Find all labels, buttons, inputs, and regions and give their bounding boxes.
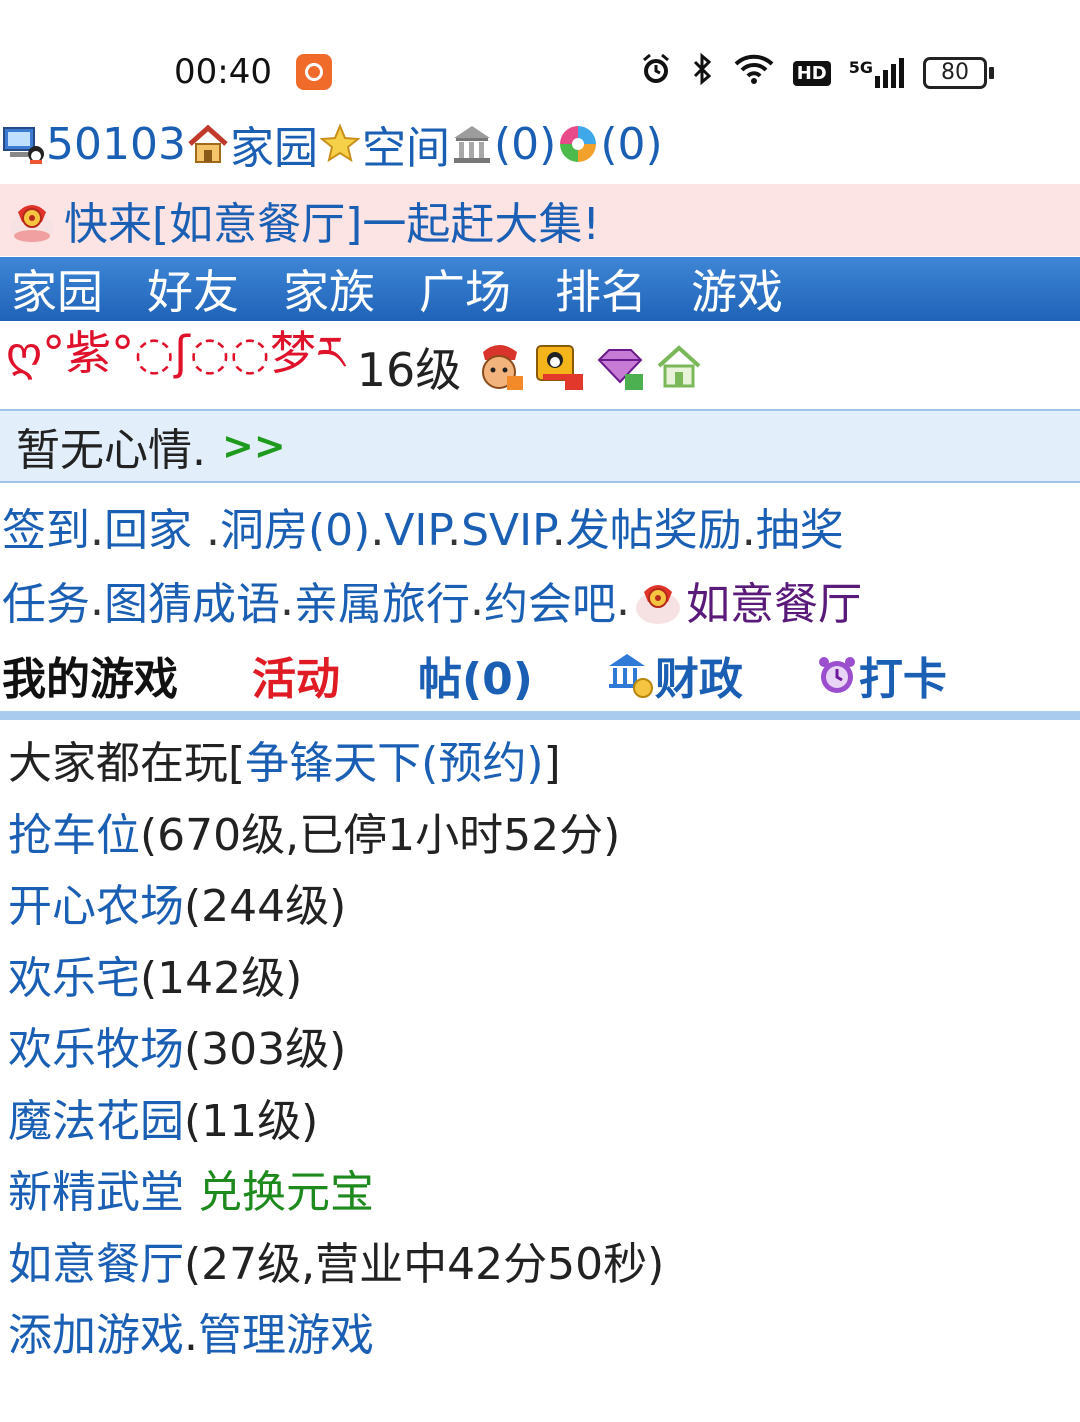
photo-link[interactable]: (0) bbox=[556, 119, 663, 170]
popular-games-row: 大家都在玩[争锋天下(预约)] bbox=[8, 738, 561, 789]
pinwheel-icon bbox=[560, 126, 597, 162]
link-post-reward[interactable]: 发帖奖励 bbox=[566, 505, 742, 556]
mood-more-link[interactable]: >> bbox=[222, 424, 286, 468]
hd-icon: HD bbox=[792, 60, 831, 86]
bank-coin-icon bbox=[608, 654, 653, 698]
user-id[interactable]: 50103 bbox=[46, 119, 186, 170]
header-bar: 50103 家园 空间 (0) (0) bbox=[2, 114, 663, 174]
game-link-xinjingwutang[interactable]: 新精武堂 bbox=[8, 1167, 184, 1218]
app-notification-icon bbox=[296, 54, 332, 90]
qq-computer-icon bbox=[3, 127, 44, 164]
game-item: 欢乐宅(142级) bbox=[8, 952, 303, 1004]
popular-game-link[interactable]: 争锋天下(预约) bbox=[245, 738, 543, 789]
game-item: 欢乐牧场(303级) bbox=[8, 1024, 347, 1075]
add-game-link[interactable]: 添加游戏 bbox=[8, 1310, 184, 1361]
mood-text: 暂无心情. bbox=[16, 425, 206, 476]
posts-link[interactable]: 帖(0) bbox=[418, 643, 533, 707]
link-lottery[interactable]: 抽奖 bbox=[756, 505, 844, 556]
game-item: 如意餐厅(27级,营业中42分50秒) bbox=[8, 1238, 665, 1290]
bank-count[interactable]: (0) bbox=[494, 119, 556, 170]
link-dating[interactable]: 约会吧 bbox=[484, 568, 616, 632]
photo-count[interactable]: (0) bbox=[600, 119, 662, 170]
bluetooth-icon bbox=[691, 52, 715, 94]
link-relative-travel[interactable]: 亲属旅行 bbox=[294, 568, 470, 632]
game-link-happy-ranch[interactable]: 欢乐牧场 bbox=[8, 1024, 184, 1075]
exchange-ingot-link[interactable]: 兑换元宝 bbox=[198, 1167, 374, 1218]
user-id-link[interactable]: 50103 bbox=[2, 119, 186, 170]
link-checkin[interactable]: 签到 bbox=[2, 505, 90, 556]
home-badge-icon bbox=[657, 345, 701, 388]
lucky-bag-icon bbox=[10, 205, 54, 244]
battery-icon: 80 bbox=[923, 57, 994, 89]
quick-links-row-1: 签到.回家 .洞房(0).VIP.SVIP.发帖奖励.抽奖 bbox=[2, 505, 844, 556]
alarm-clock-icon bbox=[818, 657, 855, 693]
link-picture-idiom[interactable]: 图猜成语 bbox=[104, 568, 280, 632]
manage-game-link[interactable]: 管理游戏 bbox=[198, 1310, 374, 1361]
game-link-ruyi-restaurant[interactable]: 如意餐厅 bbox=[8, 1239, 184, 1290]
profile-row: ღ°紫°◌ʃ◌◌梦ར 16级 bbox=[6, 324, 713, 410]
status-time: 00:40 bbox=[174, 52, 272, 92]
game-item: 新精武堂 兑换元宝 bbox=[8, 1157, 664, 1229]
space-label[interactable]: 空间 bbox=[362, 112, 450, 176]
space-link[interactable]: 空间 bbox=[318, 112, 450, 176]
qq-badge-icon bbox=[536, 345, 584, 390]
link-tasks[interactable]: 任务 bbox=[2, 568, 90, 632]
star-icon bbox=[319, 123, 361, 163]
banner-text[interactable]: 快来[如意餐厅]一起赶大集! bbox=[64, 188, 600, 252]
home-label[interactable]: 家园 bbox=[230, 112, 318, 176]
game-link-magic-garden[interactable]: 魔法花园 bbox=[8, 1096, 184, 1147]
game-link-happy-house[interactable]: 欢乐宅 bbox=[8, 953, 140, 1004]
home-link[interactable]: 家园 bbox=[186, 112, 318, 176]
status-icons: HD 5G 80 bbox=[639, 52, 994, 94]
my-games-label: 我的游戏 bbox=[2, 654, 178, 705]
avatar-level-icon bbox=[482, 345, 524, 390]
link-ruyi-restaurant[interactable]: 如意餐厅 bbox=[686, 568, 862, 632]
game-item: 开心农场(244级) bbox=[8, 881, 347, 932]
mood-bar: 暂无心情. >> bbox=[0, 409, 1080, 483]
game-quick-bar: 我的游戏 活动 帖(0) 财政 打卡 bbox=[2, 640, 1078, 710]
nav-tab-games[interactable]: 游戏 bbox=[691, 256, 783, 322]
link-go-home[interactable]: 回家 bbox=[104, 505, 206, 556]
activity-link[interactable]: 活动 bbox=[252, 643, 340, 707]
wifi-icon bbox=[733, 53, 775, 93]
link-bridal-room[interactable]: 洞房(0) bbox=[220, 505, 370, 556]
lucky-bag-icon bbox=[636, 585, 680, 624]
signal-icon: 5G bbox=[849, 58, 905, 88]
game-item: 抢车位(670级,已停1小时52分) bbox=[8, 809, 621, 861]
checkin-card-link[interactable]: 打卡 bbox=[815, 643, 947, 707]
status-bar: 00:40 HD 5G 80 bbox=[0, 0, 1080, 110]
quick-links-row-2: 任务. 图猜成语. 亲属旅行. 约会吧. 如意餐厅 bbox=[2, 568, 862, 632]
nav-tab-ranking[interactable]: 排名 bbox=[555, 256, 647, 322]
nav-tab-square[interactable]: 广场 bbox=[419, 256, 511, 322]
finance-link[interactable]: 财政 bbox=[605, 643, 743, 707]
game-list: 大家都在玩[争锋天下(预约)] 抢车位(670级,已停1小时52分) 开心农场(… bbox=[8, 728, 664, 1372]
promo-banner[interactable]: 快来[如意餐厅]一起赶大集! bbox=[0, 184, 1080, 256]
link-svip[interactable]: SVIP bbox=[461, 505, 552, 556]
game-link-parking[interactable]: 抢车位 bbox=[8, 810, 140, 861]
bank-icon bbox=[453, 126, 490, 163]
game-item: 魔法花园(11级) bbox=[8, 1095, 319, 1147]
bank-link[interactable]: (0) bbox=[450, 119, 556, 170]
section-divider bbox=[0, 711, 1080, 720]
house-icon bbox=[188, 124, 228, 163]
user-level: 16级 bbox=[356, 343, 462, 397]
diamond-badge-icon bbox=[597, 349, 644, 390]
alarm-icon bbox=[639, 52, 673, 94]
game-manage-row: 添加游戏.管理游戏 bbox=[8, 1310, 374, 1361]
game-link-happy-farm[interactable]: 开心农场 bbox=[8, 881, 184, 932]
link-vip[interactable]: VIP bbox=[384, 505, 447, 556]
